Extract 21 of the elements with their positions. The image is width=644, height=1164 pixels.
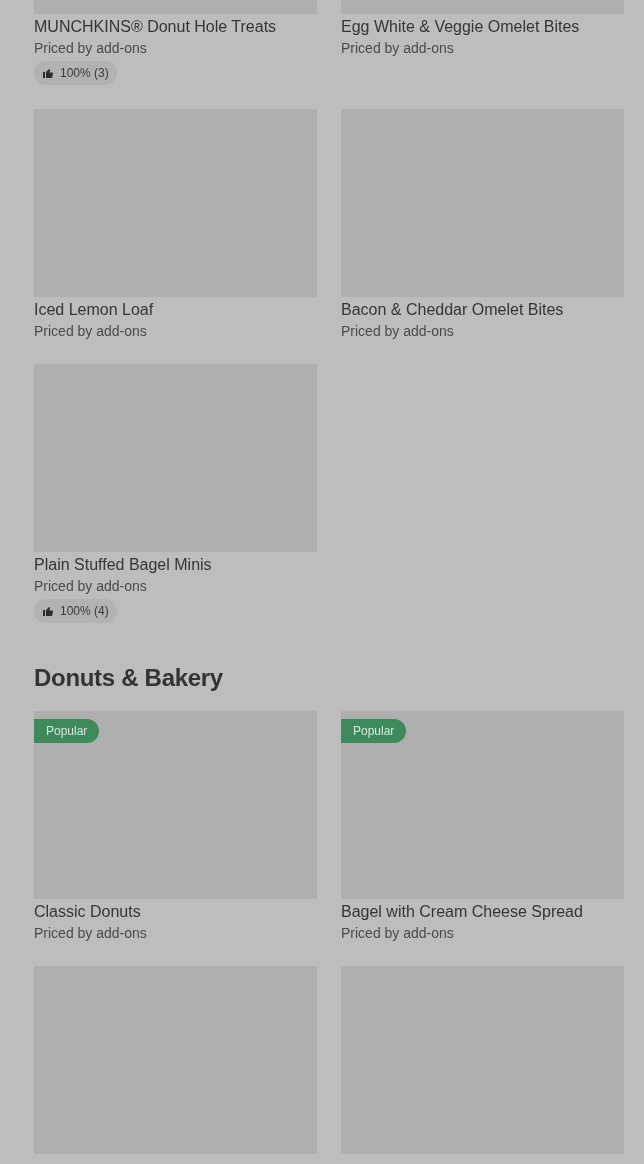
item-name[interactable]: Plain Stuffed Bagel Minis: [34, 555, 212, 575]
item-price: Priced by add-ons: [34, 924, 147, 942]
item-price: Priced by add-ons: [341, 39, 454, 57]
item-price: Priced by add-ons: [341, 924, 454, 942]
popular-badge: Popular: [341, 719, 407, 743]
item-price: Priced by add-ons: [34, 322, 147, 340]
item-name[interactable]: Iced Lemon Loaf: [34, 300, 154, 320]
item-price: Priced by add-ons: [34, 577, 147, 595]
item-name[interactable]: MUNCHKINS® Donut Hole Treats: [34, 17, 277, 37]
item-name[interactable]: Bacon & Cheddar Omelet Bites: [341, 300, 564, 320]
item-name[interactable]: Bagel with Cream Cheese Spread: [341, 902, 583, 922]
item-price: Priced by add-ons: [341, 322, 454, 340]
thumbs-up-icon: [42, 67, 54, 79]
item-price: Priced by add-ons: [34, 39, 147, 57]
item-name[interactable]: Classic Donuts: [34, 902, 141, 922]
rating-text: 100% (4): [60, 604, 109, 618]
thumbs-up-icon: [42, 605, 54, 617]
section-heading: Donuts & Bakery: [34, 663, 224, 693]
rating-text: 100% (3): [60, 66, 109, 80]
popular-badge: Popular: [34, 719, 100, 743]
item-name[interactable]: Egg White & Veggie Omelet Bites: [341, 17, 580, 37]
